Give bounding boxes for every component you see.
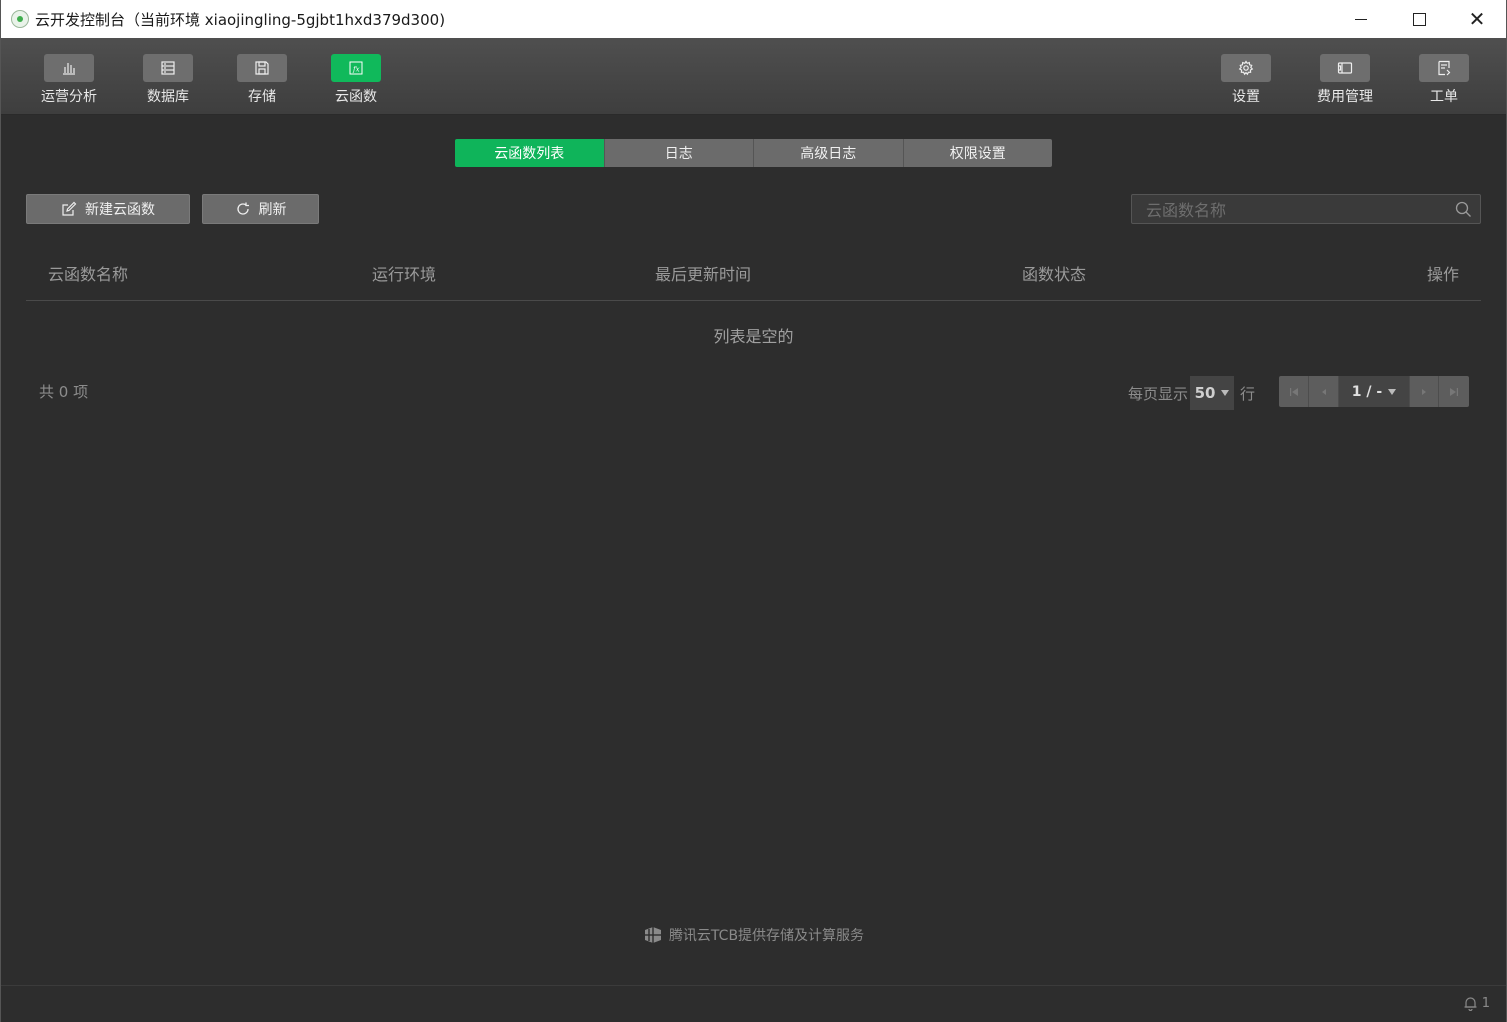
tab-function-list[interactable]: 云函数列表 xyxy=(455,139,605,167)
column-header-status[interactable]: 函数状态 xyxy=(1022,261,1086,285)
toolbar-label: 数据库 xyxy=(147,89,189,105)
bell-icon xyxy=(1464,997,1477,1011)
search-input[interactable] xyxy=(1132,195,1458,225)
last-page-icon xyxy=(1450,387,1458,396)
chevron-down-icon xyxy=(1221,390,1230,396)
pagination: 1 / - xyxy=(1279,376,1469,407)
storage-icon xyxy=(237,54,287,82)
toolbar-label: 设置 xyxy=(1232,89,1260,105)
tab-logs[interactable]: 日志 xyxy=(604,139,754,167)
toolbar-database[interactable]: 数据库 xyxy=(128,54,208,106)
tab-permissions[interactable]: 权限设置 xyxy=(903,139,1052,167)
svg-text:fx: fx xyxy=(352,66,360,74)
new-function-button[interactable]: 新建云函数 xyxy=(26,194,190,224)
search-box xyxy=(1131,194,1481,225)
close-button[interactable]: ✕ xyxy=(1448,0,1506,38)
footer: 腾讯云TCB提供存储及计算服务 xyxy=(1,925,1506,945)
search-icon[interactable] xyxy=(1455,201,1472,218)
status-bar: 1 xyxy=(1,985,1506,1022)
last-page-button[interactable] xyxy=(1439,376,1469,407)
bar-chart-icon xyxy=(44,54,94,82)
new-function-label: 新建云函数 xyxy=(85,202,155,218)
column-header-updated[interactable]: 最后更新时间 xyxy=(655,261,751,285)
maximize-icon xyxy=(1412,12,1426,26)
per-page-select[interactable]: 50 xyxy=(1190,376,1235,410)
next-page-icon xyxy=(1422,388,1426,395)
toolbar-billing[interactable]: 费用管理 xyxy=(1305,54,1385,106)
page-select[interactable]: 1 / - xyxy=(1339,376,1409,407)
function-icon: fx xyxy=(331,54,381,82)
app-logo-icon xyxy=(11,10,29,28)
footer-text: 腾讯云TCB提供存储及计算服务 xyxy=(668,928,865,944)
edit-icon xyxy=(62,201,77,216)
toolbar-operations-analysis[interactable]: 运营分析 xyxy=(29,54,109,106)
first-page-button[interactable] xyxy=(1279,376,1309,407)
notification-count: 1 xyxy=(1481,996,1490,1011)
column-header-runtime[interactable]: 运行环境 xyxy=(372,261,436,285)
close-icon: ✕ xyxy=(1468,7,1486,31)
tab-advanced-logs[interactable]: 高级日志 xyxy=(754,139,904,167)
toolbar-label: 云函数 xyxy=(335,89,377,105)
column-header-actions: 操作 xyxy=(1426,265,1459,284)
per-page-value: 50 xyxy=(1194,384,1216,402)
refresh-icon xyxy=(236,202,249,215)
maximize-button[interactable] xyxy=(1390,0,1448,38)
notification-button[interactable]: 1 xyxy=(1463,996,1490,1011)
app-window: 云开发控制台（当前环境 xiaojingling-5gjbt1hxd379d30… xyxy=(0,0,1507,1022)
minimize-button[interactable] xyxy=(1332,0,1390,38)
toolbar-settings[interactable]: 设置 xyxy=(1206,54,1286,106)
gear-icon xyxy=(1221,54,1271,82)
main-content: 云函数列表 日志 高级日志 权限设置 新建云函数 刷新 云函数名称 运行环境 最… xyxy=(1,115,1506,985)
empty-list-text: 列表是空的 xyxy=(713,327,794,346)
per-page-suffix: 行 xyxy=(1240,384,1256,403)
prev-page-icon xyxy=(1321,388,1326,395)
toolbar-ticket[interactable]: 工单 xyxy=(1404,54,1484,106)
minimize-icon xyxy=(1355,18,1367,20)
toolbar-label: 存储 xyxy=(248,89,276,105)
total-count: 共 0 项 xyxy=(39,383,89,401)
title-bar: 云开发控制台（当前环境 xiaojingling-5gjbt1hxd379d30… xyxy=(1,0,1506,38)
toolbar-cloud-function[interactable]: fx 云函数 xyxy=(316,54,396,106)
per-page-control: 每页显示 50 行 xyxy=(1128,376,1255,410)
chevron-down-icon xyxy=(1388,388,1397,395)
table-header: 云函数名称 运行环境 最后更新时间 函数状态 操作 xyxy=(26,255,1481,301)
wallet-icon xyxy=(1320,54,1370,82)
column-header-name[interactable]: 云函数名称 xyxy=(48,261,128,285)
toolbar-storage[interactable]: 存储 xyxy=(222,54,302,106)
window-controls: ✕ xyxy=(1332,0,1506,38)
refresh-label: 刷新 xyxy=(258,202,287,218)
refresh-button[interactable]: 刷新 xyxy=(202,194,319,224)
toolbar-label: 工单 xyxy=(1430,89,1458,105)
window-title: 云开发控制台（当前环境 xiaojingling-5gjbt1hxd379d30… xyxy=(35,10,446,29)
per-page-prefix: 每页显示 xyxy=(1128,384,1189,403)
database-icon xyxy=(143,54,193,82)
toolbar-label: 运营分析 xyxy=(41,89,97,105)
page-indicator: 1 / - xyxy=(1351,383,1383,400)
ticket-icon xyxy=(1419,54,1469,82)
first-page-icon xyxy=(1289,387,1298,396)
next-page-button[interactable] xyxy=(1409,376,1439,407)
prev-page-button[interactable] xyxy=(1309,376,1339,407)
main-toolbar: 运营分析 数据库 存储 fx 云函数 设置 费用管理 工单 xyxy=(1,38,1506,115)
toolbar-label: 费用管理 xyxy=(1317,89,1373,105)
function-tabs: 云函数列表 日志 高级日志 权限设置 xyxy=(455,139,1052,167)
tencent-cloud-logo-icon xyxy=(644,927,661,943)
